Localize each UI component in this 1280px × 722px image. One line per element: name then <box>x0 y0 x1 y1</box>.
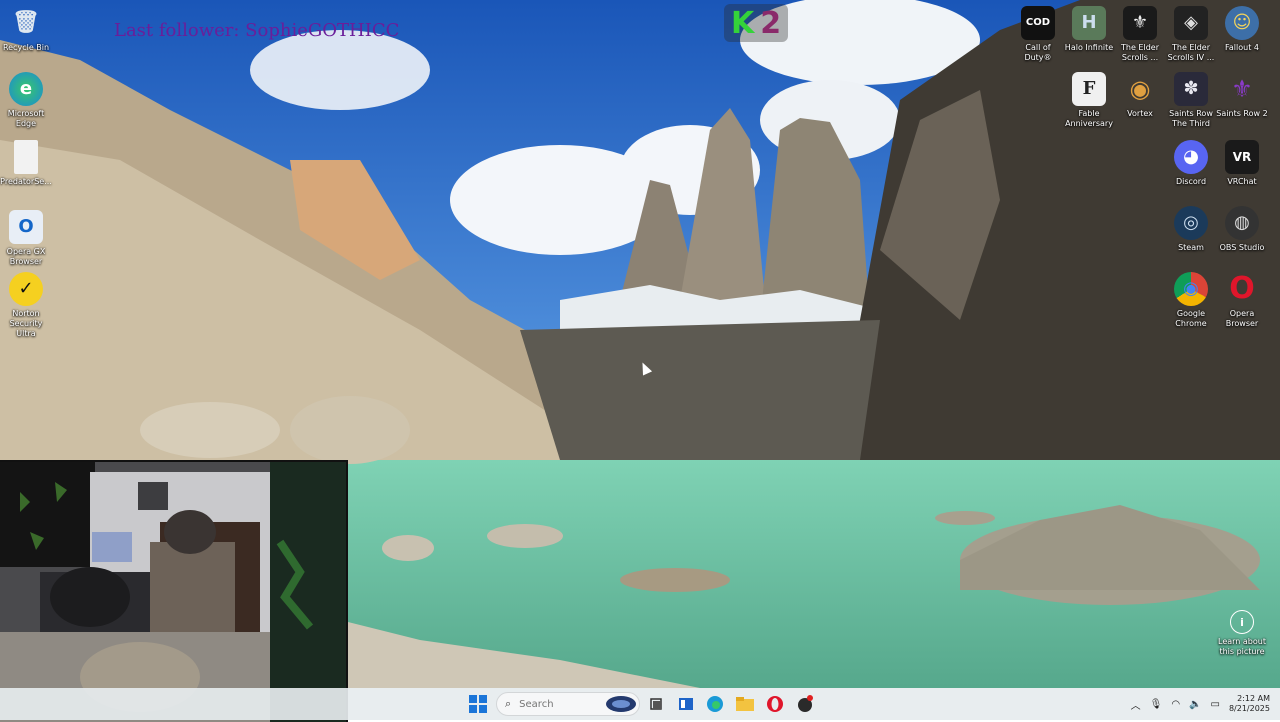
network-wifi-icon[interactable]: ◠ <box>1171 699 1180 710</box>
desktop-icon-label: Fable Anniversary <box>1065 109 1113 128</box>
desktop-icon-skyrim[interactable]: ⚜ The Elder Scrolls ... <box>1114 6 1166 63</box>
camera-info-icon: i <box>1230 610 1254 634</box>
desktop-icon-label: OBS Studio <box>1219 243 1265 252</box>
desktop-icon-label: The Elder Scrolls ... <box>1121 43 1159 62</box>
obs-studio-icon: ◍ <box>1225 206 1259 240</box>
microsoft-edge-icon: e <box>9 72 43 106</box>
predator-sense-icon <box>14 140 38 174</box>
folder-icon <box>736 697 754 711</box>
opera-browser-icon: O <box>1229 271 1255 306</box>
widgets-icon <box>679 698 693 710</box>
start-button[interactable] <box>466 692 490 716</box>
search-highlight-icon <box>606 696 636 712</box>
call-of-duty-icon: COD <box>1021 6 1055 40</box>
show-hidden-icons-chevron-icon[interactable]: ︿ <box>1131 697 1141 712</box>
recycle-bin-icon: 🗑 <box>12 10 40 35</box>
taskbar: ⌕ ︿ 🎙 ◠ 🔈 ▭ 2:12 AM 8/21/2025 <box>0 688 1280 720</box>
taskbar-opera-button[interactable] <box>764 692 786 716</box>
desktop-icon-label: VRChat <box>1227 177 1257 186</box>
search-highlight-button[interactable] <box>604 692 638 716</box>
desktop-icon-saints-row-third[interactable]: ✽ Saints Row The Third <box>1165 72 1217 129</box>
fallout-4-icon: ☺ <box>1225 6 1259 40</box>
desktop-icon-label: Vortex <box>1127 109 1153 118</box>
desktop-icon-label: Recycle Bin <box>2 43 50 52</box>
google-chrome-icon: ◉ <box>1174 272 1208 306</box>
speaker-volume-icon[interactable]: 🔈 <box>1189 699 1201 710</box>
webcam-image <box>0 462 346 722</box>
edge-icon <box>707 696 723 712</box>
desktop-icon-label: Call of Duty® <box>1024 43 1052 62</box>
system-tray: ︿ 🎙 ◠ 🔈 ▭ 2:12 AM 8/21/2025 <box>1131 688 1280 720</box>
task-view-icon <box>650 698 662 710</box>
k2-letter-k: K <box>730 5 755 41</box>
desktop-icon-recycle-bin[interactable]: 🗑 Recycle Bin <box>0 6 52 53</box>
obs-icon <box>798 695 813 712</box>
desktop-icon-vortex[interactable]: ◉ Vortex <box>1114 72 1166 119</box>
desktop-icon-label: The Elder Scrolls IV ... <box>1167 43 1215 62</box>
discord-icon: ◕ <box>1174 140 1208 174</box>
desktop-icon-saints-row-2[interactable]: ⚜ Saints Row 2 <box>1216 72 1268 119</box>
taskbar-obs-button[interactable] <box>794 692 816 716</box>
vrchat-icon: VR <box>1225 140 1259 174</box>
microphone-icon[interactable]: 🎙 <box>1150 699 1163 710</box>
desktop-icon-google-chrome[interactable]: ◉ Google Chrome <box>1165 272 1217 329</box>
desktop-icon-label: Google Chrome <box>1175 309 1207 328</box>
learn-about-picture-label: Learn about this picture <box>1218 637 1266 656</box>
desktop-icon-label: Saints Row 2 <box>1216 109 1268 118</box>
battery-icon[interactable]: ▭ <box>1211 699 1220 710</box>
taskbar-search-input[interactable] <box>517 697 602 711</box>
desktop-icon-opera-gx[interactable]: O Opera GX Browser <box>0 210 52 267</box>
k2-number-two: 2 <box>760 5 782 41</box>
halo-infinite-icon: H <box>1072 6 1106 40</box>
clock-time: 2:12 AM <box>1237 694 1270 703</box>
steam-icon: ◎ <box>1174 206 1208 240</box>
search-icon: ⌕ <box>505 697 512 710</box>
desktop-icon-discord[interactable]: ◕ Discord <box>1165 140 1217 187</box>
k2-logo-badge: K 2 <box>724 4 788 42</box>
desktop-icon-label: Discord <box>1175 177 1207 186</box>
fable-icon: F <box>1072 72 1106 106</box>
desktop-icon-norton[interactable]: ✓ Norton Security Ultra <box>0 272 52 339</box>
desktop-icon-label: Saints Row The Third <box>1169 109 1213 128</box>
opera-gx-icon: O <box>9 210 43 244</box>
saints-row-third-icon: ✽ <box>1174 72 1208 106</box>
desktop-icon-vrchat[interactable]: VR VRChat <box>1216 140 1268 187</box>
desktop-icon-label: Opera Browser <box>1225 309 1259 328</box>
desktop-icon-obs-studio[interactable]: ◍ OBS Studio <box>1216 206 1268 253</box>
taskbar-file-explorer-button[interactable] <box>734 692 756 716</box>
task-view-button[interactable] <box>646 692 666 716</box>
desktop-icon-label: Opera GX Browser <box>6 247 46 266</box>
desktop-icon-label: Microsoft Edge <box>7 109 45 128</box>
vortex-icon: ◉ <box>1129 75 1151 103</box>
webcam-feed <box>0 460 348 722</box>
saints-row-2-icon: ⚜ <box>1231 75 1253 103</box>
taskbar-edge-button[interactable] <box>704 692 726 716</box>
norton-icon: ✓ <box>9 272 43 306</box>
skyrim-icon: ⚜ <box>1123 6 1157 40</box>
last-follower-overlay: Last follower: SophieGOTHICC <box>114 20 400 41</box>
desktop-icon-microsoft-edge[interactable]: e Microsoft Edge <box>0 72 52 129</box>
desktop-icon-predator-sense[interactable]: PredatorSe... <box>0 140 52 187</box>
desktop-icon-steam[interactable]: ◎ Steam <box>1165 206 1217 253</box>
desktop-icon-label: Steam <box>1178 243 1204 252</box>
desktop-icon-opera-browser[interactable]: O Opera Browser <box>1216 272 1268 329</box>
desktop-icon-label: Norton Security Ultra <box>9 309 43 338</box>
oblivion-icon: ◈ <box>1174 6 1208 40</box>
desktop-icon-label: Halo Infinite <box>1064 43 1114 52</box>
desktop-icon-halo-infinite[interactable]: H Halo Infinite <box>1063 6 1115 53</box>
desktop-icon-fallout-4[interactable]: ☺ Fallout 4 <box>1216 6 1268 53</box>
desktop-icon-label: Fallout 4 <box>1225 43 1259 52</box>
desktop-icon-call-of-duty[interactable]: COD Call of Duty® <box>1012 6 1064 63</box>
opera-icon <box>767 696 783 712</box>
clock-date: 8/21/2025 <box>1228 704 1270 713</box>
learn-about-picture[interactable]: i Learn about this picture <box>1214 610 1270 657</box>
widgets-button[interactable] <box>676 692 696 716</box>
desktop-icon-oblivion[interactable]: ◈ The Elder Scrolls IV ... <box>1165 6 1217 63</box>
desktop-icon-fable[interactable]: F Fable Anniversary <box>1063 72 1115 129</box>
taskbar-clock[interactable]: 2:12 AM 8/21/2025 <box>1229 694 1270 714</box>
desktop-icon-label: PredatorSe... <box>0 177 52 186</box>
windows-logo-icon <box>469 695 487 713</box>
